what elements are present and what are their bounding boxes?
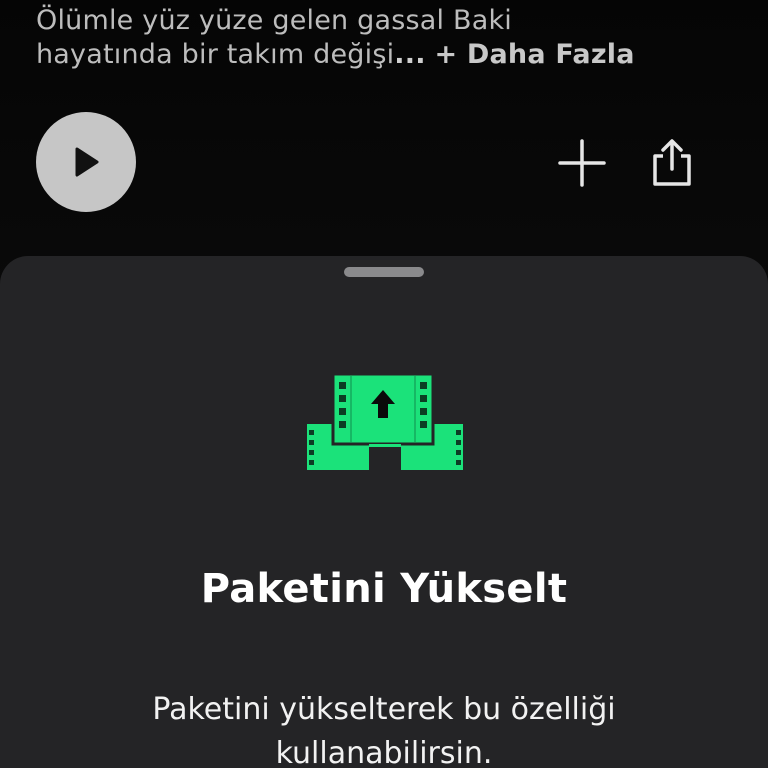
share-button[interactable]	[647, 138, 697, 188]
share-icon	[653, 139, 691, 186]
description-line-1: Ölümle yüz yüze gelen gassal Baki	[36, 5, 512, 36]
episode-description: Ölümle yüz yüze gelen gassal Baki hayatı…	[36, 4, 736, 72]
play-button[interactable]	[36, 112, 136, 212]
description-ellipsis: ...	[394, 39, 426, 70]
description-line-2: hayatında bir takım değişi	[36, 39, 395, 70]
more-link[interactable]: + Daha Fazla	[434, 39, 634, 70]
add-to-list-button[interactable]	[557, 138, 607, 188]
sheet-title: Paketini Yükselt	[200, 566, 568, 612]
sheet-drag-handle[interactable]	[344, 267, 424, 277]
play-icon	[75, 147, 99, 177]
upgrade-bottom-sheet: Paketini Yükselt Paketini yükselterek bu…	[0, 256, 768, 768]
screen: Ölümle yüz yüze gelen gassal Baki hayatı…	[0, 0, 768, 768]
film-upload-icon	[307, 372, 463, 472]
plus-icon	[558, 139, 606, 187]
sheet-body-text: Paketini yükselterek bu özelliği kullana…	[152, 692, 616, 768]
